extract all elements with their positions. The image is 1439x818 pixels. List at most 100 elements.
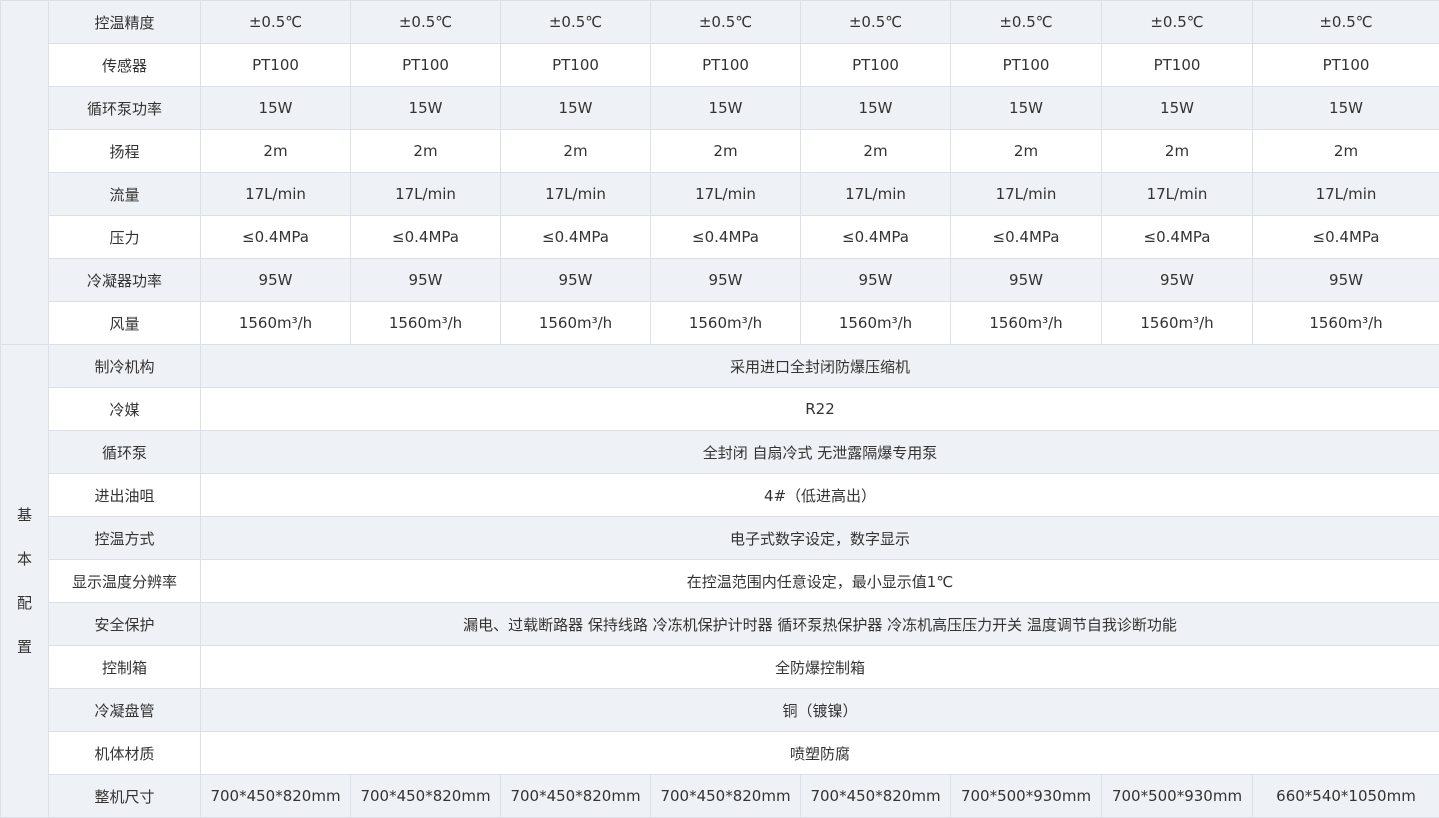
value-cell: 15W <box>950 86 1102 130</box>
merged-value-cell: 铜（镀镍） <box>200 688 1439 732</box>
table-row: 循环泵功率 15W 15W 15W 15W 15W 15W 15W 15W <box>1 86 1439 130</box>
row-label: 循环泵功率 <box>48 86 201 130</box>
value-cell: ±0.5℃ <box>500 0 651 44</box>
table-row: 冷凝盘管 铜（镀镍） <box>1 688 1439 732</box>
group-cell <box>0 0 49 345</box>
table-row: 显示温度分辨率 在控温范围内任意设定，最小显示值1℃ <box>1 559 1439 603</box>
value-cell: 17L/min <box>500 172 651 216</box>
value-cell: ≤0.4MPa <box>1252 215 1439 259</box>
value-cell: 700*450*820mm <box>800 774 951 818</box>
value-cell: 15W <box>200 86 351 130</box>
value-cell: ≤0.4MPa <box>1101 215 1253 259</box>
value-cell: 15W <box>350 86 501 130</box>
value-cell: 15W <box>1101 86 1253 130</box>
table-row: 控温精度 ±0.5℃ ±0.5℃ ±0.5℃ ±0.5℃ ±0.5℃ ±0.5℃ ±0.5℃ ±… <box>0 0 1439 345</box>
merged-value-cell: 在控温范围内任意设定，最小显示值1℃ <box>200 559 1439 603</box>
merged-value-cell: 全封闭 自扇冷式 无泄露隔爆专用泵 <box>200 430 1439 474</box>
table-row: 控温方式 电子式数字设定，数字显示 <box>1 516 1439 560</box>
value-cell: 700*500*930mm <box>950 774 1102 818</box>
value-cell: 1560m³/h <box>350 301 501 345</box>
value-cell: 17L/min <box>950 172 1102 216</box>
merged-value-cell: 电子式数字设定，数字显示 <box>200 516 1439 560</box>
value-cell: PT100 <box>1101 43 1253 87</box>
value-cell: ±0.5℃ <box>950 0 1102 44</box>
value-cell: 95W <box>200 258 351 302</box>
value-cell: 15W <box>1252 86 1439 130</box>
value-cell: 2m <box>800 129 951 173</box>
row-label: 循环泵 <box>48 430 201 474</box>
value-cell: 2m <box>1101 129 1253 173</box>
value-cell: 1560m³/h <box>800 301 951 345</box>
row-label: 风量 <box>48 301 201 345</box>
spec-table: 控温精度 ±0.5℃ ±0.5℃ ±0.5℃ ±0.5℃ ±0.5℃ ±0.5℃ ±0.5℃ ±… <box>0 0 1439 818</box>
value-cell: 1560m³/h <box>500 301 651 345</box>
value-cell: PT100 <box>200 43 351 87</box>
row-label: 压力 <box>48 215 201 259</box>
value-cell: ±0.5℃ <box>800 0 951 44</box>
table-row: 流量 17L/min 17L/min 17L/min 17L/min 17L/min 17L… <box>1 172 1439 216</box>
value-cell: 95W <box>800 258 951 302</box>
row-label: 控制箱 <box>48 645 201 689</box>
value-cell: 1560m³/h <box>650 301 801 345</box>
value-cell: 17L/min <box>200 172 351 216</box>
value-cell: 2m <box>200 129 351 173</box>
value-cell: 700*500*930mm <box>1101 774 1253 818</box>
table-row: 风量 1560m³/h 1560m³/h 1560m³/h 1560m³/h 1560m³… <box>1 301 1439 345</box>
value-cell: PT100 <box>1252 43 1439 87</box>
group-label-basic: 基本配置 <box>0 344 49 818</box>
value-cell: 95W <box>650 258 801 302</box>
value-cell: ±0.5℃ <box>650 0 801 44</box>
value-cell: ±0.5℃ <box>1252 0 1439 44</box>
table-row: 循环泵 全封闭 自扇冷式 无泄露隔爆专用泵 <box>1 430 1439 474</box>
spec-table-body: 控温精度 ±0.5℃ ±0.5℃ ±0.5℃ ±0.5℃ ±0.5℃ ±0.5℃ ±0.5℃ ±… <box>0 0 1439 818</box>
value-cell: 17L/min <box>650 172 801 216</box>
value-cell: ≤0.4MPa <box>200 215 351 259</box>
value-cell: ±0.5℃ <box>350 0 501 44</box>
row-label: 传感器 <box>48 43 201 87</box>
value-cell: PT100 <box>650 43 801 87</box>
value-cell: 2m <box>950 129 1102 173</box>
table-row: 冷凝器功率 95W 95W 95W 95W 95W 95W 95W 95W <box>1 258 1439 302</box>
value-cell: PT100 <box>800 43 951 87</box>
table-row: 压力 ≤0.4MPa ≤0.4MPa ≤0.4MPa ≤0.4MPa ≤0.4MPa ≤0.… <box>1 215 1439 259</box>
row-label: 显示温度分辨率 <box>48 559 201 603</box>
row-label: 安全保护 <box>48 602 201 646</box>
value-cell: 700*450*820mm <box>200 774 351 818</box>
row-label: 控温精度 <box>48 0 201 44</box>
value-cell: ≤0.4MPa <box>800 215 951 259</box>
row-label: 制冷机构 <box>48 344 201 388</box>
table-row: 整机尺寸 700*450*820mm 700*450*820mm 700*450*82… <box>1 774 1439 818</box>
value-cell: ≤0.4MPa <box>950 215 1102 259</box>
merged-value-cell: 喷塑防腐 <box>200 731 1439 775</box>
value-cell: 2m <box>1252 129 1439 173</box>
row-label: 冷凝盘管 <box>48 688 201 732</box>
table-row: 扬程 2m 2m 2m 2m 2m 2m 2m 2m <box>1 129 1439 173</box>
value-cell: 660*540*1050mm <box>1252 774 1439 818</box>
value-cell: 95W <box>1101 258 1253 302</box>
value-cell: PT100 <box>500 43 651 87</box>
value-cell: PT100 <box>350 43 501 87</box>
merged-value-cell: R22 <box>200 387 1439 431</box>
row-label: 整机尺寸 <box>48 774 201 818</box>
value-cell: 17L/min <box>800 172 951 216</box>
value-cell: 15W <box>500 86 651 130</box>
row-label: 冷媒 <box>48 387 201 431</box>
row-label: 机体材质 <box>48 731 201 775</box>
value-cell: ±0.5℃ <box>1101 0 1253 44</box>
value-cell: 1560m³/h <box>950 301 1102 345</box>
row-label: 冷凝器功率 <box>48 258 201 302</box>
row-label: 进出油咀 <box>48 473 201 517</box>
value-cell: 700*450*820mm <box>500 774 651 818</box>
value-cell: 17L/min <box>350 172 501 216</box>
merged-value-cell: 漏电、过载断路器 保持线路 冷冻机保护计时器 循环泵热保护器 冷冻机高压压力开关… <box>200 602 1439 646</box>
value-cell: 2m <box>350 129 501 173</box>
value-cell: ≤0.4MPa <box>500 215 651 259</box>
value-cell: 1560m³/h <box>1101 301 1253 345</box>
value-cell: 17L/min <box>1101 172 1253 216</box>
merged-value-cell: 采用进口全封闭防爆压缩机 <box>200 344 1439 388</box>
value-cell: 1560m³/h <box>1252 301 1439 345</box>
value-cell: 95W <box>1252 258 1439 302</box>
row-label: 扬程 <box>48 129 201 173</box>
value-cell: 2m <box>650 129 801 173</box>
value-cell: 95W <box>950 258 1102 302</box>
